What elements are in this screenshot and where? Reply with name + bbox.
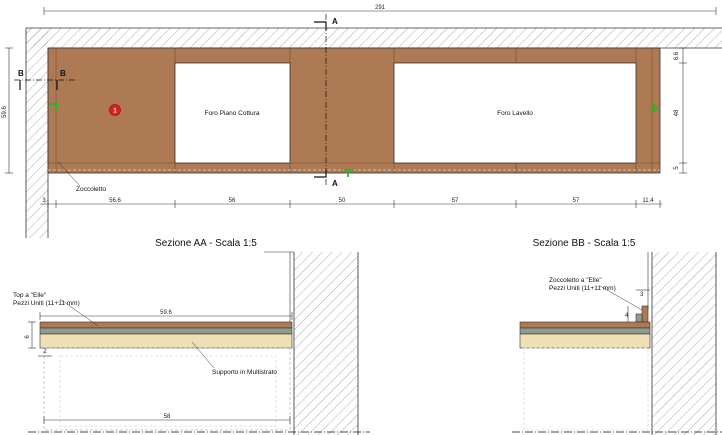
bb-label-1: Zoccoletto a "Elle" xyxy=(549,277,602,284)
sink-hole-label: Foro Lavello xyxy=(497,110,533,117)
aa-support-label: Supporto in Multistrato xyxy=(212,369,277,376)
section-aa-title: Sezione AA - Scala 1:5 xyxy=(155,238,257,249)
section-a-top-label: A xyxy=(332,17,338,26)
bb-cabinet-outline xyxy=(523,347,649,431)
section-a-bottom-label: A xyxy=(332,179,338,188)
cooktop-hole-label: Foro Piano Cottura xyxy=(205,110,260,117)
height-left-label: 59.6 xyxy=(2,106,8,118)
section-bb-title: Sezione BB - Scala 1:5 xyxy=(533,238,636,249)
aa-top-layer xyxy=(39,321,293,329)
right-dim-2: 48 xyxy=(674,109,680,116)
section-b-left-label: B xyxy=(18,69,24,78)
bb-support-layer xyxy=(519,333,651,349)
right-dim-3: 5 xyxy=(674,166,680,170)
aa-middle-layer xyxy=(39,327,293,335)
bottom-dim-1: 56.6 xyxy=(109,198,121,204)
back-wall xyxy=(26,28,722,48)
bottom-dim-4: 57 xyxy=(452,198,459,204)
plan-view: 291 Foro Piano Cottura Foro Lavello 1 A … xyxy=(2,5,722,238)
aa-top-label-1: Top a "Elle" xyxy=(13,292,47,299)
section-bb-wall xyxy=(652,252,716,435)
bottom-dim-5: 57 xyxy=(573,198,580,204)
bottom-dim-2: 56 xyxy=(229,198,236,204)
aa-dim-top: 59.6 xyxy=(160,310,172,316)
bb-label-2: Pezzi Uniti (11+11 mm) xyxy=(549,285,616,292)
bb-plinth xyxy=(641,305,649,323)
section-aa: Sezione AA - Scala 1:5 Top a "Elle" Pezz… xyxy=(13,238,370,435)
aa-dim-bottom: 58 xyxy=(164,414,171,420)
section-b-right-label: B xyxy=(60,69,66,78)
overall-width-label: 291 xyxy=(375,5,386,11)
plinth-label: Zoccoletto xyxy=(76,186,106,193)
right-dim-1: 6.6 xyxy=(674,51,680,60)
aa-support-layer xyxy=(39,333,293,349)
section-aa-wall xyxy=(294,252,358,435)
aa-dim-thickness: 6 xyxy=(25,335,31,339)
bb-top-layer xyxy=(519,321,651,329)
bottom-dim-6: 11.4 xyxy=(642,198,654,204)
bottom-dim-3: 50 xyxy=(339,198,346,204)
drawing-canvas: 291 Foro Piano Cottura Foro Lavello 1 A … xyxy=(2,5,722,435)
aa-dim-edge: 2 xyxy=(43,349,47,355)
left-wall xyxy=(26,28,48,238)
section-bb: Sezione BB - Scala 1:5 Zoccoletto a "Ell… xyxy=(512,238,722,435)
bb-middle-layer xyxy=(519,327,651,335)
bb-dim-4: 4 xyxy=(625,313,629,319)
bb-dim-3: 3 xyxy=(640,292,644,298)
